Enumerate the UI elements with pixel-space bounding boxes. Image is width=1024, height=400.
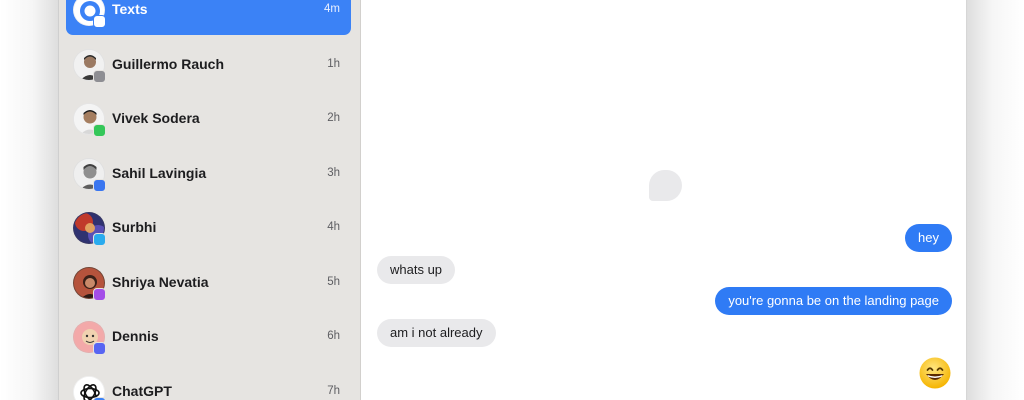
conversation-item-vivek-sodera[interactable]: Vivek Sodera 2h xyxy=(66,94,351,144)
conversation-time: 6h xyxy=(327,330,340,342)
conversation-name: Surbhi xyxy=(112,219,157,235)
conversation-time: 7h xyxy=(327,385,340,397)
conversation-item-sahil-lavingia[interactable]: Sahil Lavingia 3h xyxy=(66,149,351,199)
window-shadow-right xyxy=(967,0,1024,400)
app-window: Texts 4m Guillermo Rauch 1h Vivek Sodera xyxy=(58,0,967,400)
conversation-time: 4h xyxy=(327,221,340,233)
conversation-sidebar[interactable]: Texts 4m Guillermo Rauch 1h Vivek Sodera xyxy=(59,0,361,400)
chat-pane[interactable]: hey whats up you're gonna be on the land… xyxy=(362,0,966,400)
conversation-name: Guillermo Rauch xyxy=(112,56,225,72)
conversation-time: 2h xyxy=(327,112,340,124)
conversation-time: 3h xyxy=(327,167,340,179)
conversation-name: Vivek Sodera xyxy=(112,110,200,126)
conversation-name: ChatGPT xyxy=(112,383,172,399)
conversation-time: 1h xyxy=(327,58,340,70)
conversation-item-guillermo-rauch[interactable]: Guillermo Rauch 1h xyxy=(66,40,351,90)
conversation-item-texts[interactable]: Texts 4m xyxy=(66,0,351,35)
outgoing-message[interactable]: hey xyxy=(905,224,952,252)
discord-app-icon xyxy=(93,342,106,355)
signal-app-icon xyxy=(93,179,106,192)
typing-indicator xyxy=(649,170,682,201)
outgoing-message[interactable]: you're gonna be on the landing page xyxy=(715,287,952,315)
conversation-item-surbhi[interactable]: Surbhi 4h xyxy=(66,203,351,253)
window-shadow-left xyxy=(0,0,58,400)
conversation-name: Dennis xyxy=(112,328,159,344)
grinning-face-emoji[interactable] xyxy=(918,356,952,390)
conversation-item-chatgpt[interactable]: ChatGPT 7h xyxy=(66,367,351,400)
telegram-app-icon xyxy=(93,233,106,246)
conversation-item-shriya-nevatia[interactable]: Shriya Nevatia 5h xyxy=(66,258,351,308)
conversation-name: Sahil Lavingia xyxy=(112,165,207,181)
conversation-name: Shriya Nevatia xyxy=(112,274,209,290)
screen: Texts 4m Guillermo Rauch 1h Vivek Sodera xyxy=(0,0,1024,400)
incoming-message[interactable]: am i not already xyxy=(377,319,496,347)
whatsapp-app-icon xyxy=(93,124,106,137)
imessage-app-icon xyxy=(93,70,106,83)
incoming-message[interactable]: whats up xyxy=(377,256,456,284)
texts-app-icon xyxy=(93,15,106,28)
conversation-name: Texts xyxy=(112,1,148,17)
conversation-time: 4m xyxy=(324,3,340,15)
conversation-item-dennis[interactable]: Dennis 6h xyxy=(66,312,351,362)
conversation-time: 5h xyxy=(327,276,340,288)
messenger-app-icon xyxy=(93,288,106,301)
